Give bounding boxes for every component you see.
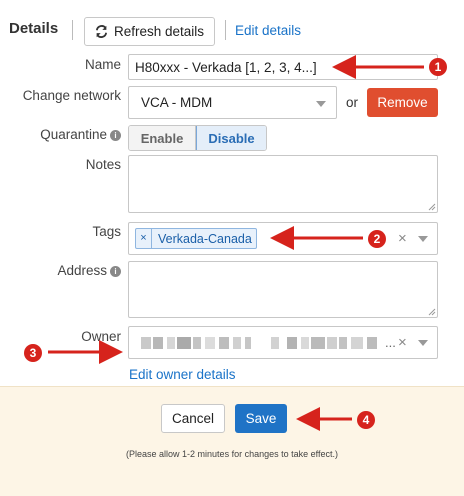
annotation-marker-2: 2 bbox=[368, 230, 386, 248]
annotation-marker-1: 1 bbox=[429, 58, 447, 76]
annotation-arrows bbox=[48, 55, 424, 431]
annotation-marker-4: 4 bbox=[357, 411, 375, 429]
annotation-marker-3: 3 bbox=[24, 344, 42, 362]
